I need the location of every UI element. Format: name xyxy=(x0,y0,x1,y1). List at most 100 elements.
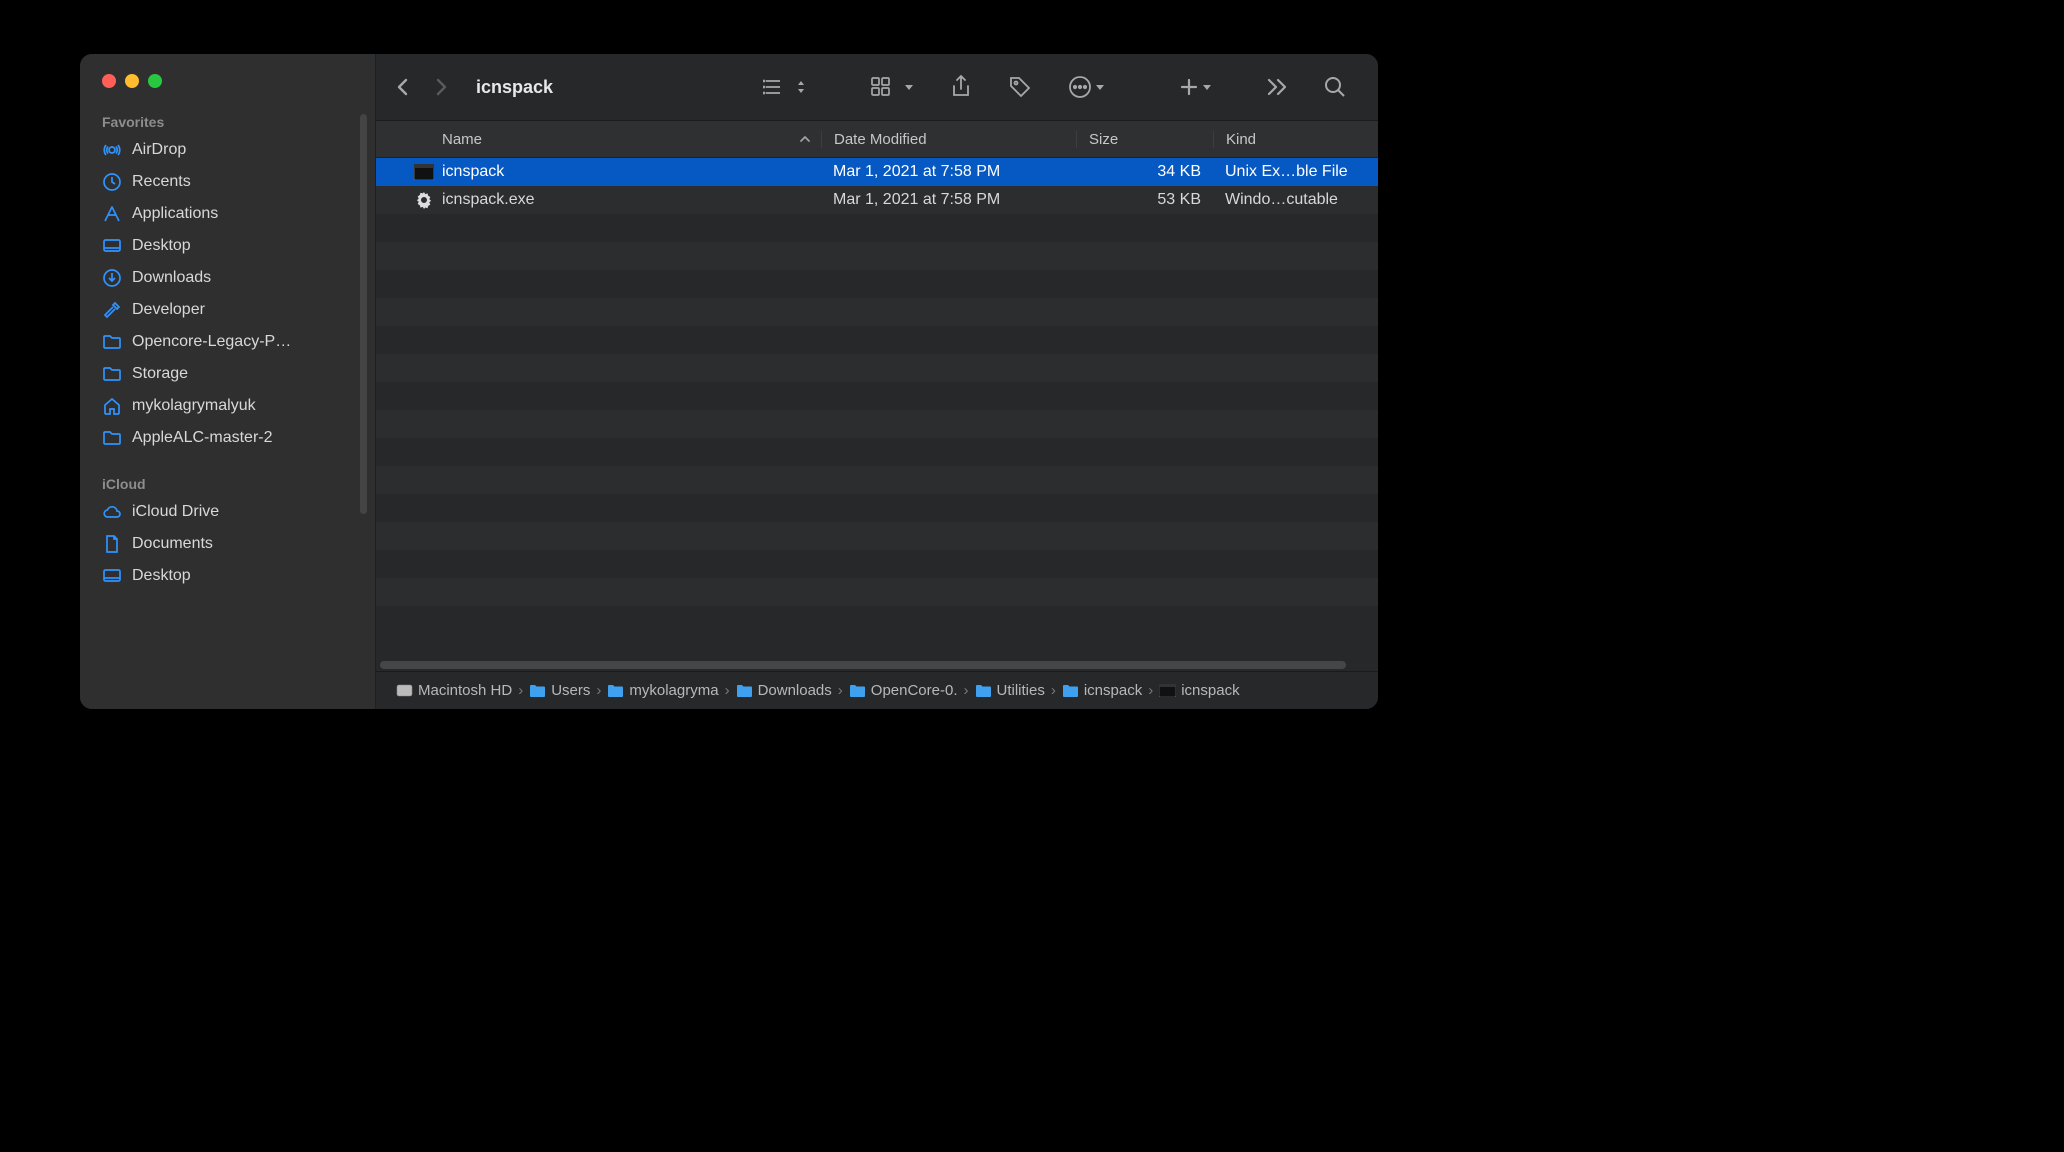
path-item-downloads[interactable]: Downloads xyxy=(736,682,832,699)
sidebar-item-applealc[interactable]: AppleALC-master-2 xyxy=(80,422,375,454)
path-label: Utilities xyxy=(997,682,1045,699)
document-icon xyxy=(102,534,122,554)
sidebar-item-icloud-desktop[interactable]: Desktop xyxy=(80,560,375,592)
sidebar-item-label: Applications xyxy=(132,205,218,223)
sidebar-item-desktop[interactable]: Desktop xyxy=(80,230,375,262)
path-item-utilities[interactable]: Utilities xyxy=(975,682,1045,699)
column-size[interactable]: Size xyxy=(1076,131,1213,148)
chevron-right-icon: › xyxy=(596,682,601,699)
close-window-button[interactable] xyxy=(102,74,116,88)
sidebar-item-label: Storage xyxy=(132,365,188,383)
executable-icon xyxy=(1159,682,1176,699)
columns-header: Name Date Modified Size Kind xyxy=(376,121,1378,158)
file-size: 53 KB xyxy=(1076,191,1213,209)
file-list[interactable]: icnspack Mar 1, 2021 at 7:58 PM 34 KB Un… xyxy=(376,158,1378,661)
path-item-opencore[interactable]: OpenCore-0. xyxy=(849,682,958,699)
sidebar-item-storage[interactable]: Storage xyxy=(80,358,375,390)
sidebar-item-label: Desktop xyxy=(132,237,191,255)
chevron-right-icon: › xyxy=(964,682,969,699)
horizontal-scrollbar[interactable] xyxy=(376,661,1378,669)
path-item-userhome[interactable]: mykolagryma xyxy=(607,682,718,699)
path-item-icnspack-folder[interactable]: icnspack xyxy=(1062,682,1142,699)
column-label: Date Modified xyxy=(834,131,927,148)
window-title: icnspack xyxy=(476,77,553,98)
sidebar-item-label: Opencore-Legacy-P… xyxy=(132,333,291,351)
chevron-right-icon: › xyxy=(725,682,730,699)
group-button[interactable] xyxy=(831,76,926,98)
sidebar-item-label: Desktop xyxy=(132,567,191,585)
folder-icon xyxy=(1062,682,1079,699)
sidebar-item-airdrop[interactable]: AirDrop xyxy=(80,134,375,166)
folder-icon xyxy=(102,364,122,384)
search-button[interactable] xyxy=(1312,76,1358,98)
cloud-icon xyxy=(102,502,122,522)
more-button[interactable] xyxy=(1056,75,1117,99)
fullscreen-window-button[interactable] xyxy=(148,74,162,88)
path-label: icnspack xyxy=(1181,682,1239,699)
sidebar-item-opencore[interactable]: Opencore-Legacy-P… xyxy=(80,326,375,358)
nav-forward-button[interactable] xyxy=(434,77,448,97)
column-label: Size xyxy=(1089,131,1118,148)
sidebar-scrollbar[interactable] xyxy=(360,114,367,514)
file-row[interactable]: icnspack.exe Mar 1, 2021 at 7:58 PM 53 K… xyxy=(376,186,1378,214)
chevron-right-icon: › xyxy=(518,682,523,699)
sort-ascending-icon xyxy=(799,133,811,145)
path-bar: Macintosh HD › Users › mykolagryma › xyxy=(376,671,1378,709)
view-mode-button[interactable] xyxy=(751,76,819,98)
path-item-icnspack-file[interactable]: icnspack xyxy=(1159,682,1239,699)
chevron-right-icon: › xyxy=(838,682,843,699)
file-size: 34 KB xyxy=(1076,163,1213,181)
path-label: Downloads xyxy=(758,682,832,699)
share-button[interactable] xyxy=(938,74,984,100)
sidebar-item-label: Developer xyxy=(132,301,205,319)
sidebar-item-icloud-drive[interactable]: iCloud Drive xyxy=(80,496,375,528)
path-item-users[interactable]: Users xyxy=(529,682,590,699)
sidebar-item-documents[interactable]: Documents xyxy=(80,528,375,560)
house-icon xyxy=(102,396,122,416)
file-kind: Windo…cutable xyxy=(1213,191,1378,209)
column-label: Kind xyxy=(1226,131,1256,148)
sidebar: Favorites AirDrop Recents Applications D… xyxy=(80,54,376,709)
toolbar: icnspack xyxy=(376,54,1378,121)
sidebar-item-recents[interactable]: Recents xyxy=(80,166,375,198)
gear-icon xyxy=(414,190,434,210)
desktop-icon xyxy=(102,236,122,256)
finder-window: Favorites AirDrop Recents Applications D… xyxy=(80,54,1378,709)
minimize-window-button[interactable] xyxy=(125,74,139,88)
sidebar-section-icloud: iCloud xyxy=(80,468,375,496)
sidebar-item-label: AppleALC-master-2 xyxy=(132,429,273,447)
path-label: Users xyxy=(551,682,590,699)
path-label: mykolagryma xyxy=(629,682,718,699)
path-item-disk[interactable]: Macintosh HD xyxy=(396,682,512,699)
sidebar-item-developer[interactable]: Developer xyxy=(80,294,375,326)
column-date-modified[interactable]: Date Modified xyxy=(821,131,1076,148)
applications-icon xyxy=(102,204,122,224)
nav-back-button[interactable] xyxy=(396,77,410,97)
folder-icon xyxy=(607,682,624,699)
sidebar-item-label: AirDrop xyxy=(132,141,186,159)
sidebar-item-label: iCloud Drive xyxy=(132,503,219,521)
folder-icon xyxy=(849,682,866,699)
hammer-icon xyxy=(102,300,122,320)
file-row[interactable]: icnspack Mar 1, 2021 at 7:58 PM 34 KB Un… xyxy=(376,158,1378,186)
sidebar-item-downloads[interactable]: Downloads xyxy=(80,262,375,294)
column-label: Name xyxy=(442,131,482,148)
folder-icon xyxy=(102,332,122,352)
path-label: OpenCore-0. xyxy=(871,682,958,699)
column-kind[interactable]: Kind xyxy=(1213,131,1378,148)
column-name[interactable]: Name xyxy=(376,131,821,148)
new-button[interactable] xyxy=(1129,76,1224,98)
sidebar-item-applications[interactable]: Applications xyxy=(80,198,375,230)
sidebar-item-home[interactable]: mykolagrymalyuk xyxy=(80,390,375,422)
overflow-button[interactable] xyxy=(1236,77,1300,97)
disk-icon xyxy=(396,682,413,699)
folder-icon xyxy=(736,682,753,699)
chevron-right-icon: › xyxy=(1148,682,1153,699)
sidebar-item-label: Recents xyxy=(132,173,191,191)
tag-button[interactable] xyxy=(996,75,1044,99)
desktop-icon xyxy=(102,566,122,586)
file-date: Mar 1, 2021 at 7:58 PM xyxy=(821,163,1076,181)
airdrop-icon xyxy=(102,140,122,160)
traffic-lights xyxy=(80,74,375,106)
folder-icon xyxy=(102,428,122,448)
